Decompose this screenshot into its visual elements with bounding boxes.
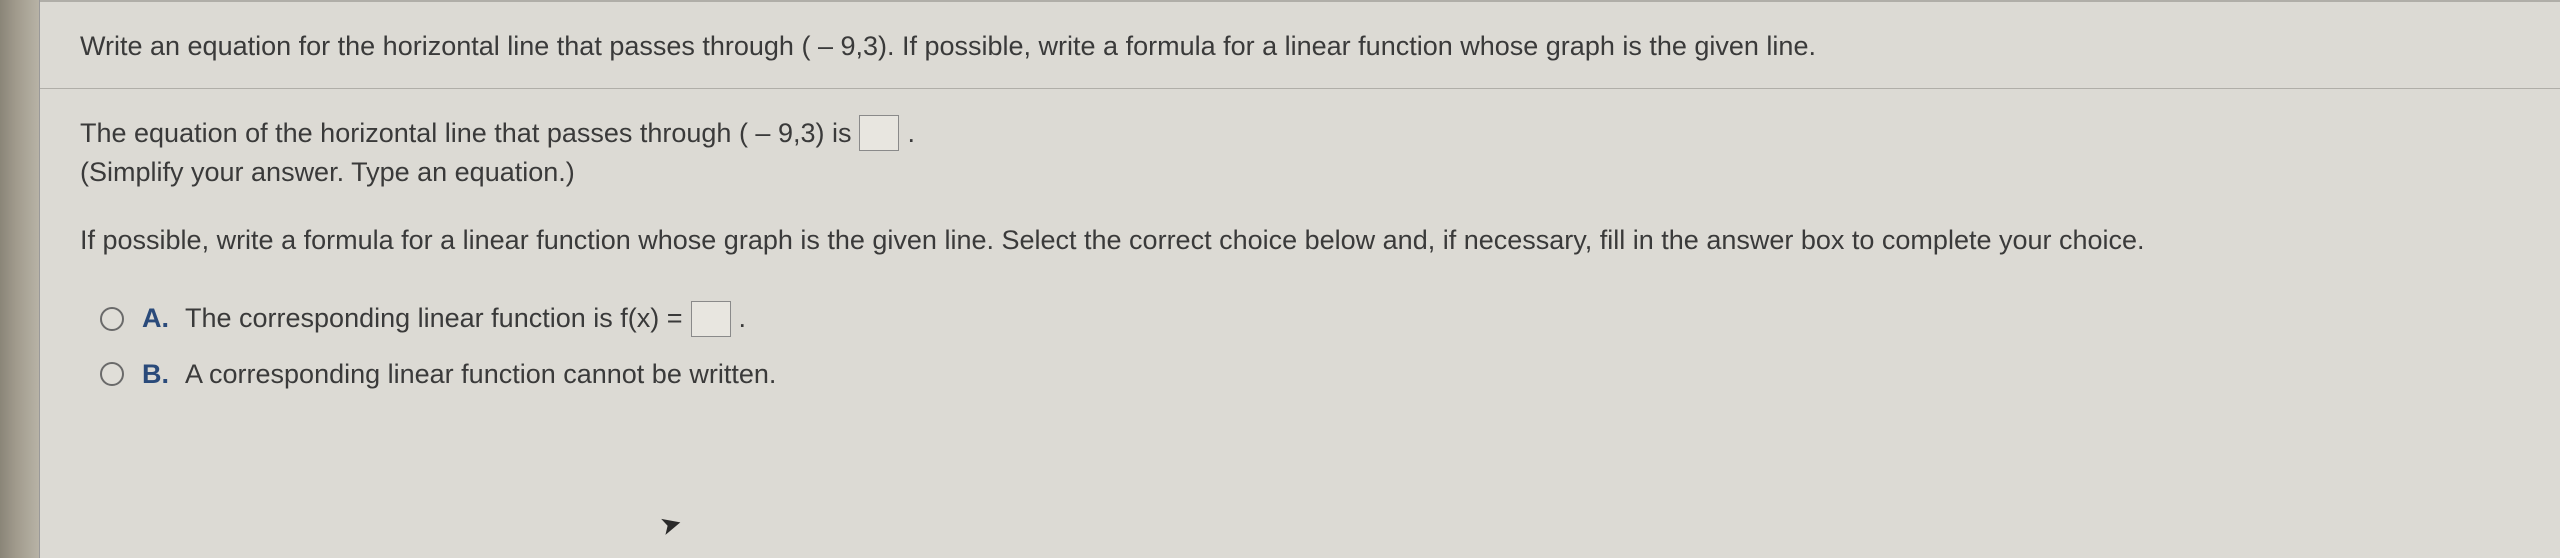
choice-b-text: A corresponding linear function cannot b… <box>185 359 776 390</box>
part2-prompt: If possible, write a formula for a linea… <box>40 208 2560 281</box>
choice-b-letter: B. <box>142 359 169 390</box>
answer-part1-section: The equation of the horizontal line that… <box>40 89 2560 209</box>
answer-hint-text: (Simplify your answer. Type an equation.… <box>80 157 2520 188</box>
page-binding-edge <box>0 0 40 558</box>
choice-a-prefix: The corresponding linear function is f(x… <box>185 303 683 334</box>
choice-b-content: B. A corresponding linear function canno… <box>142 359 776 390</box>
choice-a-content: A. The corresponding linear function is … <box>142 301 746 337</box>
answer-line-1: The equation of the horizontal line that… <box>80 113 2520 154</box>
part2-prompt-text: If possible, write a formula for a linea… <box>80 225 2145 255</box>
answer-suffix-text: . <box>907 113 915 154</box>
choice-b-row: B. A corresponding linear function canno… <box>100 359 2520 390</box>
answer-prefix-text: The equation of the horizontal line that… <box>80 113 851 154</box>
choice-a-letter: A. <box>142 303 169 334</box>
choice-a-radio[interactable] <box>100 307 124 331</box>
question-content-area: Write an equation for the horizontal lin… <box>40 0 2560 558</box>
top-divider <box>40 0 2560 2</box>
question-prompt-text: Write an equation for the horizontal lin… <box>80 28 2520 66</box>
equation-input[interactable] <box>859 115 899 151</box>
cursor-icon: ➤ <box>656 507 685 543</box>
choice-a-suffix: . <box>739 303 747 334</box>
choice-b-radio[interactable] <box>100 362 124 386</box>
choice-list: A. The corresponding linear function is … <box>40 281 2560 432</box>
question-prompt-block: Write an equation for the horizontal lin… <box>40 0 2560 89</box>
choice-a-row: A. The corresponding linear function is … <box>100 301 2520 337</box>
choice-a-input[interactable] <box>691 301 731 337</box>
